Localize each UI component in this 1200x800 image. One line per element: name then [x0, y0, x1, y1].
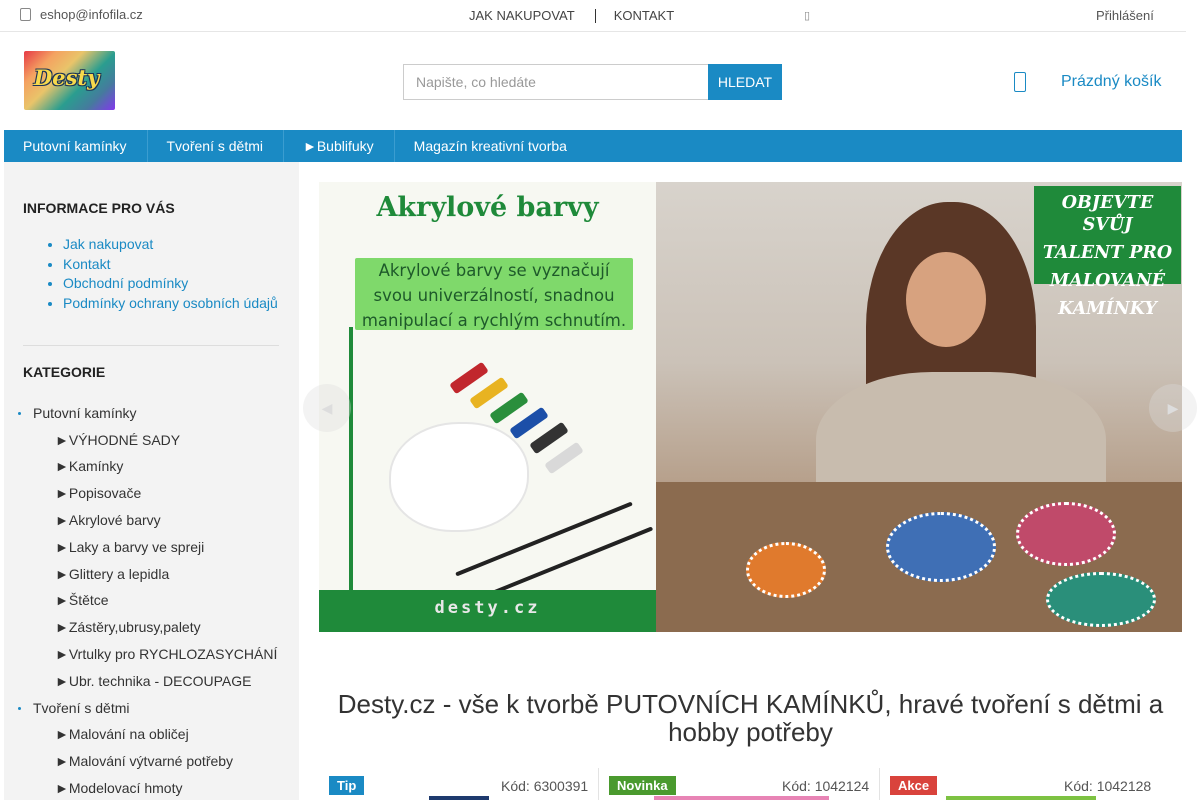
divider	[23, 345, 279, 346]
brush-image	[484, 526, 654, 598]
banner-left-panel: Akrylové barvy Akrylové barvy se vyznaču…	[319, 182, 656, 632]
info-link-terms[interactable]: Obchodní podmínky	[63, 275, 188, 291]
category-heading: KATEGORIE	[23, 364, 106, 380]
banner-title: Akrylové barvy	[376, 192, 599, 223]
painted-stone-image	[886, 512, 996, 582]
carousel-next-arrow-icon[interactable]: ▶	[1149, 384, 1197, 432]
info-link-privacy[interactable]: Podmínky ochrany osobních údajů	[63, 295, 278, 311]
cart-icon[interactable]	[1014, 72, 1026, 92]
paint-tube-image	[529, 421, 569, 455]
top-bar: eshop@infofila.cz JAK NAKUPOVAT KONTAKT …	[0, 0, 1186, 32]
painted-stone-image	[1046, 572, 1156, 627]
product-badge: Tip	[329, 776, 365, 795]
search-button[interactable]: HLEDAT	[708, 64, 782, 100]
category-malovani-na-oblicej[interactable]: ►Malování na obličej	[55, 726, 189, 742]
promo-line: MALOVANÉ	[1049, 271, 1166, 291]
product-image[interactable]	[429, 796, 489, 800]
nav-item-putovni-kaminky[interactable]: Putovní kamínky	[4, 130, 148, 162]
top-links: JAK NAKUPOVAT KONTAKT	[469, 8, 674, 23]
decorative-line	[349, 327, 353, 597]
category-tvoreni-s-detmi[interactable]: Tvoření s dětmi	[17, 700, 129, 716]
email-text: eshop@infofila.cz	[40, 7, 143, 22]
category-laky[interactable]: ►Laky a barvy ve spreji	[55, 539, 204, 555]
category-kaminky[interactable]: ►Kamínky	[55, 458, 123, 474]
info-link-contact[interactable]: Kontakt	[63, 256, 110, 272]
paint-palette-image	[389, 422, 529, 532]
nav-item-magazin[interactable]: Magazín kreativní tvorba	[395, 130, 587, 162]
woman-face-image	[906, 252, 986, 347]
banner-promo-box: OBJEVTE SVŮJ TALENT PRO MALOVANÉ KAMÍNKY	[1034, 186, 1181, 319]
product-card[interactable]: Novinka Kód: 1042124	[598, 768, 879, 800]
logo[interactable]: Desty	[24, 51, 115, 110]
info-list: Jak nakupovat Kontakt Obchodní podmínky …	[63, 235, 278, 313]
category-stetce[interactable]: ►Štětce	[55, 592, 109, 608]
page-title: Desty.cz - vše k tvorbě PUTOVNÍCH KAMÍNK…	[337, 689, 1164, 747]
info-link-how-to-buy[interactable]: Jak nakupovat	[63, 236, 153, 252]
painted-stone-image	[1016, 502, 1116, 566]
logo-text: Desty	[34, 65, 100, 90]
product-image[interactable]	[654, 796, 829, 800]
promo-line: OBJEVTE SVŮJ	[1061, 193, 1154, 235]
product-code: Kód: 1042128	[1064, 778, 1152, 794]
contact-link[interactable]: KONTAKT	[614, 8, 674, 23]
language-flag-icon[interactable]: ▯	[804, 9, 810, 22]
paint-tube-image	[544, 441, 584, 475]
hero-banner[interactable]: Akrylové barvy Akrylové barvy se vyznaču…	[319, 182, 1182, 632]
cart-link[interactable]: Prázdný košík	[1061, 73, 1161, 91]
banner-text-box: Akrylové barvy se vyznačují svou univerz…	[355, 258, 633, 330]
nav-item-tvoreni-s-detmi[interactable]: Tvoření s dětmi	[148, 130, 284, 162]
product-code: Kód: 6300391	[501, 778, 589, 794]
category-vyhodne-sady[interactable]: ►VÝHODNÉ SADY	[55, 432, 180, 448]
email-link[interactable]: eshop@infofila.cz	[20, 7, 143, 22]
banner-text-line: manipulací a rychlým schnutím.	[361, 311, 627, 330]
category-modelovaci-hmoty[interactable]: ►Modelovací hmoty	[55, 780, 182, 796]
category-akrylove-barvy[interactable]: ►Akrylové barvy	[55, 512, 161, 528]
main-navigation: Putovní kamínky Tvoření s dětmi ►Bublifu…	[4, 130, 1182, 162]
category-putovni-kaminky[interactable]: Putovní kamínky	[18, 405, 137, 421]
search-form: HLEDAT	[403, 64, 782, 100]
sidebar: INFORMACE PRO VÁS Jak nakupovat Kontakt …	[4, 162, 299, 800]
category-zastery[interactable]: ►Zástěry,ubrusy,palety	[55, 619, 201, 635]
product-image[interactable]	[946, 796, 1096, 800]
product-badge: Akce	[890, 776, 938, 795]
divider	[594, 8, 596, 23]
product-code: Kód: 1042124	[782, 778, 870, 794]
list-item: Kontakt	[63, 255, 278, 275]
category-vytvarne-potreby[interactable]: ►Malování výtvarné potřeby	[55, 753, 233, 769]
list-item: Obchodní podmínky	[63, 274, 278, 294]
product-card[interactable]: Akce Kód: 1042128	[879, 768, 1161, 800]
list-item: Podmínky ochrany osobních údajů	[63, 294, 278, 314]
banner-footer: desty.cz	[319, 590, 656, 632]
category-glittery[interactable]: ►Glittery a lepidla	[55, 566, 169, 582]
search-input[interactable]	[403, 64, 708, 100]
promo-line: TALENT PRO	[1042, 243, 1173, 263]
product-badge: Novinka	[609, 776, 676, 795]
phone-icon	[20, 8, 31, 21]
banner-footer-text: desty.cz	[434, 598, 541, 618]
login-link[interactable]: Přihlášení	[1096, 8, 1154, 23]
category-vrtulky[interactable]: ►Vrtulky pro RYCHLOZASYCHÁNÍ	[55, 646, 277, 662]
category-decoupage[interactable]: ►Ubr. technika - DECOUPAGE	[55, 673, 251, 689]
info-heading: INFORMACE PRO VÁS	[23, 200, 175, 216]
painted-stone-image	[746, 542, 826, 598]
banner-text-line: svou univerzálností, snadnou	[373, 286, 615, 305]
carousel-prev-arrow-icon[interactable]: ◀	[303, 384, 351, 432]
banner-photo: OBJEVTE SVŮJ TALENT PRO MALOVANÉ KAMÍNKY	[656, 182, 1182, 632]
list-item: Jak nakupovat	[63, 235, 278, 255]
how-to-buy-link[interactable]: JAK NAKUPOVAT	[469, 8, 575, 23]
product-card[interactable]: Tip Kód: 6300391	[319, 768, 598, 800]
category-popisovace[interactable]: ►Popisovače	[55, 485, 141, 501]
banner-text-line: Akrylové barvy se vyznačují	[378, 261, 610, 280]
promo-line: KAMÍNKY	[1058, 299, 1157, 319]
nav-item-bublifuky[interactable]: ►Bublifuky	[284, 130, 395, 162]
